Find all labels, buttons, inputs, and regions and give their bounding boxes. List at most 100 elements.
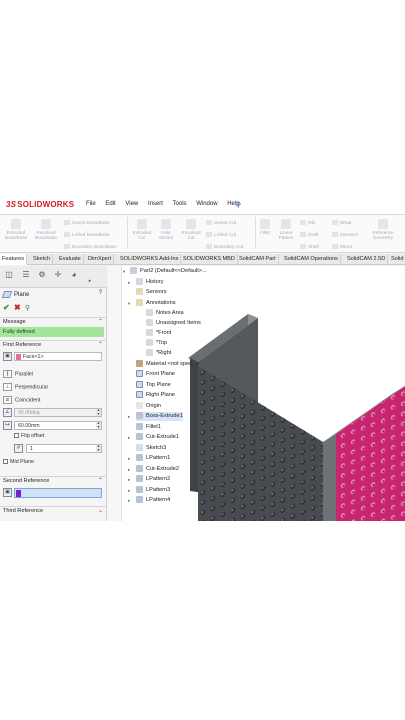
reference-geometry-button[interactable]: Reference Geometry <box>368 219 398 240</box>
pin-icon[interactable]: ⚲ <box>236 201 241 209</box>
display-manager-icon[interactable]: ◕ <box>68 269 80 281</box>
option-parallel[interactable]: ∥ Parallel <box>3 370 33 378</box>
tree-item-lpattern1[interactable]: ▸ LPattern1 <box>128 454 170 463</box>
expand-icon[interactable]: ▸ <box>128 278 130 287</box>
menu-file[interactable]: File <box>86 201 96 207</box>
menu-window[interactable]: Window <box>196 201 217 207</box>
ok-button[interactable]: ✔ <box>3 303 10 312</box>
tree-item-lpattern2[interactable]: ▸ LPattern2 <box>128 475 170 484</box>
tab-dimxpert[interactable]: DimXpert <box>86 254 115 265</box>
angle-input[interactable]: 90.00deg ▲ ▼ <box>14 408 102 417</box>
first-reference-header[interactable]: First Reference ⌃ <box>0 340 107 349</box>
expand-icon[interactable]: ▸ <box>128 475 130 484</box>
flip-offset-checkbox[interactable]: Flip offset <box>14 433 44 439</box>
plane-count-input[interactable]: 1 ▲ ▼ <box>26 444 102 453</box>
tree-item-origin[interactable]: Origin <box>136 402 161 411</box>
offset-distance-icon[interactable]: ↦ <box>3 421 12 430</box>
dimxpert-manager-icon[interactable]: ✛ <box>52 269 64 281</box>
expand-icon[interactable]: ▸ <box>128 454 130 463</box>
tree-item-front-view[interactable]: *Front <box>146 329 171 338</box>
option-coincident[interactable]: ⧄ Coincident <box>3 396 40 404</box>
tab-solidcam-part[interactable]: SolidCAM Part <box>237 254 279 265</box>
panel-expand-icon[interactable]: ▸ <box>84 275 96 287</box>
tree-item-top-plane[interactable]: Top Plane <box>136 381 171 390</box>
menu-view[interactable]: View <box>125 201 138 207</box>
tab-solid[interactable]: Solid <box>389 254 405 265</box>
tree-item-material[interactable]: Material <not spec...> <box>136 360 200 369</box>
expand-icon[interactable]: ▸ <box>128 465 130 474</box>
tab-solidworks-mbd[interactable]: SOLIDWORKS MBD <box>181 254 238 265</box>
mirror-button[interactable]: Mirror <box>332 244 353 250</box>
boundary-cut-button[interactable]: Boundary Cut <box>206 244 243 250</box>
tree-item-annotations[interactable]: ▾ Annotations <box>128 299 176 308</box>
graphics-area[interactable]: ▾ Part2 (Default<<Default>... ▸ History Se… <box>108 266 405 521</box>
menu-tools[interactable]: Tools <box>173 201 187 207</box>
revolved-cut-button[interactable]: Revolved Cut <box>178 219 204 240</box>
wrap-button[interactable]: Wrap <box>332 220 351 226</box>
expand-icon[interactable]: ▸ <box>128 486 130 495</box>
tree-item-top-view[interactable]: *Top <box>146 339 167 348</box>
tree-root[interactable]: ▾ Part2 (Default<<Default>... <box>123 267 207 276</box>
mid-plane-checkbox[interactable]: Mid Plane <box>3 459 34 465</box>
expand-icon[interactable]: ▸ <box>128 412 130 421</box>
pushpin-icon[interactable]: ⚲ <box>25 304 30 312</box>
angle-spinner[interactable]: ▲ ▼ <box>96 408 101 416</box>
tree-item-lpattern3[interactable]: ▸ LPattern3 <box>128 486 170 495</box>
tree-item-notes-area[interactable]: Notes Area <box>146 309 184 318</box>
boundary-boss-button[interactable]: Boundary Boss/Base <box>64 244 117 250</box>
draft-button[interactable]: Draft <box>300 232 318 238</box>
property-manager-icon[interactable]: ☰ <box>20 269 32 281</box>
extruded-cut-button[interactable]: Extruded Cut <box>130 219 154 240</box>
count-spinner[interactable]: ▲ ▼ <box>96 444 101 452</box>
tree-item-front-plane[interactable]: Front Plane <box>136 370 175 379</box>
offset-spinner[interactable]: ▲ ▼ <box>96 421 101 429</box>
collapse-icon[interactable]: ▾ <box>123 267 125 276</box>
hole-wizard-button[interactable]: Hole Wizard <box>154 219 178 240</box>
swept-boss-button[interactable]: Swept Boss/Base <box>64 220 110 226</box>
menu-insert[interactable]: Insert <box>148 201 163 207</box>
tab-solidcam-operations[interactable]: SolidCAM Operations <box>282 254 341 265</box>
lofted-boss-button[interactable]: Lofted Boss/Base <box>64 232 110 238</box>
third-reference-header[interactable]: Third Reference ⌄ <box>0 506 107 515</box>
tree-item-sketch3[interactable]: Sketch3 <box>136 444 166 453</box>
tab-solidcam-2-5d[interactable]: SolidCAM 2.5D <box>345 254 389 265</box>
tab-evaluate[interactable]: Evaluate <box>57 254 84 265</box>
help-button[interactable]: ? <box>99 290 102 296</box>
tree-item-right-plane[interactable]: Right Plane <box>136 391 175 400</box>
swept-cut-button[interactable]: Swept Cut <box>206 220 236 226</box>
shell-button[interactable]: Shell <box>300 244 319 250</box>
linear-pattern-button[interactable]: Linear Pattern <box>275 219 297 240</box>
flip-offset-check[interactable] <box>14 433 19 439</box>
tab-features[interactable]: Features <box>0 254 28 265</box>
message-section-header[interactable]: Message ⌃ <box>0 317 107 326</box>
tree-item-history[interactable]: ▸ History <box>128 278 163 287</box>
second-reference-header[interactable]: Second Reference ⌃ <box>0 476 107 485</box>
tab-solidworks-add-ins[interactable]: SOLIDWORKS Add-Ins <box>118 254 182 265</box>
tree-item-unassigned[interactable]: Unassigned Items <box>146 319 201 328</box>
configuration-manager-icon[interactable]: ⚙ <box>36 269 48 281</box>
tree-item-lpattern4[interactable]: ▸ LPattern4 <box>128 496 170 505</box>
tree-item-right-view[interactable]: *Right <box>146 349 171 358</box>
expand-icon[interactable]: ▸ <box>128 433 130 442</box>
tree-item-cut-extrude1[interactable]: ▸ Cut-Extrude1 <box>128 433 179 442</box>
cancel-button[interactable]: ✖ <box>14 303 21 312</box>
lofted-cut-button[interactable]: Lofted Cut <box>206 232 236 238</box>
revolved-boss-button[interactable]: Revolved Boss/Base <box>31 219 61 240</box>
angle-icon[interactable]: ∠ <box>3 408 12 417</box>
tree-item-sensors[interactable]: Sensors <box>136 288 167 297</box>
extruded-boss-button[interactable]: Extruded Boss/Base <box>2 219 30 240</box>
intersect-button[interactable]: Intersect <box>332 232 358 238</box>
option-perpendicular[interactable]: ⊥ Perpendicular <box>3 383 48 391</box>
second-reference-selection[interactable] <box>14 488 102 498</box>
menu-edit[interactable]: Edit <box>105 201 115 207</box>
tab-sketch[interactable]: Sketch <box>31 254 54 265</box>
mid-plane-check[interactable] <box>3 459 8 465</box>
tree-item-boss-extrude1[interactable]: ▸ Boss-Extrude1 <box>128 412 183 421</box>
first-reference-selection[interactable]: Face<1> <box>14 352 102 361</box>
rib-button[interactable]: Rib <box>300 220 315 226</box>
tree-item-fillet1[interactable]: Fillet1 <box>136 423 161 432</box>
fillet-button[interactable]: Fillet <box>257 219 273 235</box>
tree-item-cut-extrude2[interactable]: ▸ Cut-Extrude2 <box>128 465 179 474</box>
expand-icon[interactable]: ▸ <box>128 496 130 505</box>
collapse-icon[interactable]: ▾ <box>128 299 130 308</box>
